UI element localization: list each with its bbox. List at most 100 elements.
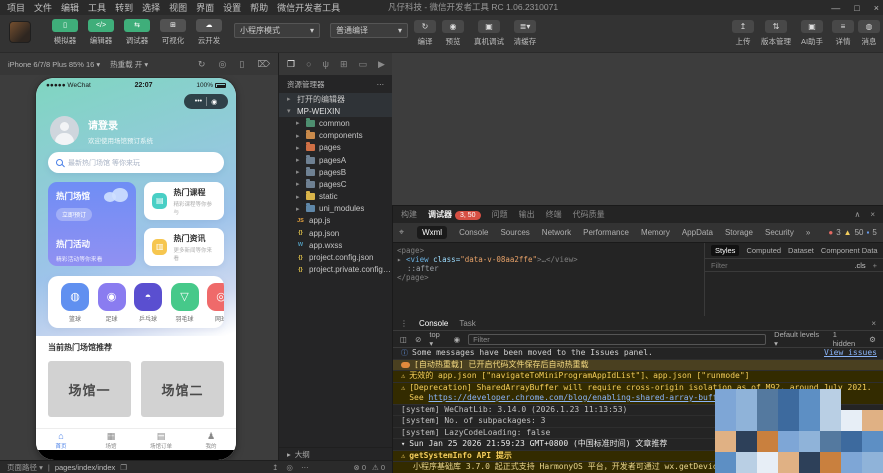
- tab-component-data[interactable]: Component Data: [821, 246, 878, 255]
- chrome-docs-link[interactable]: https://developer.chrome.com/blog/enabli…: [428, 393, 731, 402]
- tab-venues[interactable]: ▦ 场馆: [86, 429, 136, 450]
- menu-help[interactable]: 帮助: [250, 1, 268, 14]
- minimize-button[interactable]: —: [831, 3, 840, 13]
- venue-card-2[interactable]: 场馆二: [141, 361, 224, 417]
- hot-reload-toggle[interactable]: 热重载 开 ▾: [110, 59, 148, 70]
- new-style-rule-button[interactable]: +: [873, 261, 877, 270]
- messages-button[interactable]: ◍ 消息: [856, 20, 882, 47]
- close-button[interactable]: ×: [874, 3, 879, 13]
- file-app-json[interactable]: {} app.json: [279, 227, 392, 239]
- menu-devtools[interactable]: 微信开发者工具: [277, 1, 340, 14]
- styles-filter-input[interactable]: Filter: [711, 261, 728, 270]
- pointer-icon[interactable]: ▶: [378, 59, 385, 70]
- tab-storage[interactable]: Storage: [725, 228, 753, 237]
- tab-console-drawer[interactable]: Console: [419, 319, 448, 328]
- tab-console[interactable]: Console: [459, 228, 488, 237]
- outline-section[interactable]: ▸ 大纲: [279, 447, 392, 460]
- remote-debug-button[interactable]: ▣ 真机调试: [470, 20, 508, 47]
- record-icon[interactable]: ◎: [218, 59, 226, 70]
- console-sidebar-icon[interactable]: ◫: [400, 335, 407, 344]
- view-issues-link[interactable]: View issues: [824, 348, 877, 359]
- upload-status-icon[interactable]: ↥: [272, 463, 278, 472]
- menu-settings[interactable]: 设置: [223, 1, 241, 14]
- hot-news-card[interactable]: ▥ 热门资讯 更多新闻等你来看: [144, 228, 224, 266]
- user-login-row[interactable]: 请登录 欢迎使用场馆预订系统: [50, 116, 153, 145]
- version-control-button[interactable]: ⇅ 版本管理: [758, 20, 794, 47]
- book-now-button[interactable]: 立即预订: [56, 208, 93, 221]
- menu-select[interactable]: 选择: [142, 1, 160, 14]
- preview-status-icon[interactable]: ◎: [286, 463, 293, 472]
- console-settings-icon[interactable]: ⚙: [869, 335, 876, 344]
- open-editors-row[interactable]: ▸ 打开的编辑器: [279, 93, 392, 106]
- folder-uni-modules[interactable]: ▸ uni_modules: [279, 203, 392, 215]
- clear-cache-button[interactable]: ≣▾ 清缓存: [510, 20, 540, 47]
- tab-network[interactable]: Network: [542, 228, 571, 237]
- tab-styles[interactable]: Styles: [711, 245, 740, 256]
- close-drawer-icon[interactable]: ×: [871, 319, 876, 328]
- page-path-select[interactable]: 页面路径 ▾: [7, 462, 43, 473]
- menu-file[interactable]: 文件: [34, 1, 52, 14]
- folder-pagesA[interactable]: ▸ pagesA: [279, 154, 392, 166]
- editor-button[interactable]: </> 编辑器: [84, 19, 118, 46]
- file-app-wxss[interactable]: Wapp.wxss: [279, 239, 392, 251]
- clear-console-icon[interactable]: ⊘: [415, 335, 421, 344]
- preview-button[interactable]: ◉ 预览: [440, 20, 466, 47]
- tab-code-quality[interactable]: 代码质量: [573, 209, 605, 220]
- tab-home[interactable]: ⌂ 首页: [36, 429, 86, 450]
- sport-pingpong[interactable]: ◓ 乒乓球: [131, 283, 165, 328]
- inspect-element-icon[interactable]: ⌖: [399, 227, 404, 238]
- upload-button[interactable]: ↥ 上传: [730, 20, 756, 47]
- sport-football[interactable]: ◉ 足球: [95, 283, 129, 328]
- maximize-button[interactable]: □: [854, 3, 859, 13]
- sport-badminton[interactable]: ▽ 羽毛球: [168, 283, 202, 328]
- console-filter-input[interactable]: Filter: [468, 333, 767, 345]
- exit-circle-icon[interactable]: ◉: [211, 98, 217, 106]
- compile-mode-select[interactable]: 普通编译 ▾: [330, 23, 408, 38]
- folder-pages[interactable]: ▸ pages: [279, 142, 392, 154]
- tab-performance[interactable]: Performance: [583, 228, 629, 237]
- tab-debugger[interactable]: 调试器 3, 50: [428, 209, 481, 220]
- more-dots-icon[interactable]: •••: [195, 98, 202, 105]
- more-tabs-icon[interactable]: »: [806, 228, 810, 237]
- tab-profile[interactable]: ♟ 我的: [186, 429, 236, 450]
- search-icon[interactable]: ○: [306, 59, 311, 69]
- tab-build[interactable]: 构建: [401, 209, 417, 220]
- tab-appdata[interactable]: AppData: [682, 228, 713, 237]
- search-input[interactable]: 最新热门场馆 等你来玩: [48, 152, 224, 173]
- compile-button[interactable]: ↻ 编译: [412, 20, 438, 47]
- visualization-button[interactable]: ⊞ 可视化: [156, 19, 190, 46]
- miniprogram-capsule[interactable]: ••• ◉: [184, 94, 228, 109]
- menu-interface[interactable]: 界面: [196, 1, 214, 14]
- hot-course-card[interactable]: ▤ 热门课程 精彩课程等你参与: [144, 182, 224, 220]
- close-panel-icon[interactable]: ×: [870, 210, 875, 219]
- tab-output[interactable]: 输出: [519, 209, 535, 220]
- file-project-config[interactable]: {} project.config.json: [279, 251, 392, 263]
- git-branch-icon[interactable]: ψ: [323, 59, 329, 69]
- tab-dataset[interactable]: Dataset: [788, 246, 814, 255]
- expander-icon[interactable]: ▾: [401, 439, 405, 450]
- sport-tennis[interactable]: ◎ 网球: [204, 283, 224, 328]
- tab-sources[interactable]: Sources: [500, 228, 529, 237]
- folder-pagesC[interactable]: ▸ pagesC: [279, 178, 392, 190]
- tab-terminal[interactable]: 终端: [546, 209, 562, 220]
- simulator-button[interactable]: ▯ 模拟器: [48, 19, 82, 46]
- tab-orders[interactable]: ▤ 场馆订单: [136, 429, 186, 450]
- tab-security[interactable]: Security: [765, 228, 794, 237]
- mode-select[interactable]: 小程序模式 ▾: [234, 23, 320, 38]
- menu-tools[interactable]: 工具: [88, 1, 106, 14]
- menu-edit[interactable]: 编辑: [61, 1, 79, 14]
- folder-common[interactable]: ▸ common: [279, 117, 392, 129]
- folder-pagesB[interactable]: ▸ pagesB: [279, 166, 392, 178]
- extensions-icon[interactable]: ⊞: [340, 59, 348, 70]
- hot-activity-title[interactable]: 热门活动: [56, 238, 128, 250]
- folder-static[interactable]: ▸ static: [279, 191, 392, 203]
- context-select[interactable]: top ▾: [429, 330, 445, 348]
- cloud-dev-button[interactable]: ☁ 云开发: [192, 19, 226, 46]
- eye-icon[interactable]: ◉: [454, 335, 461, 344]
- menu-project[interactable]: 项目: [7, 1, 25, 14]
- avatar[interactable]: [50, 116, 79, 145]
- more-status-icon[interactable]: ⋯: [301, 463, 309, 472]
- file-app-js[interactable]: JS app.js: [279, 215, 392, 227]
- details-button[interactable]: ≡ 详情: [830, 20, 856, 47]
- tab-problems[interactable]: 问题: [492, 209, 508, 220]
